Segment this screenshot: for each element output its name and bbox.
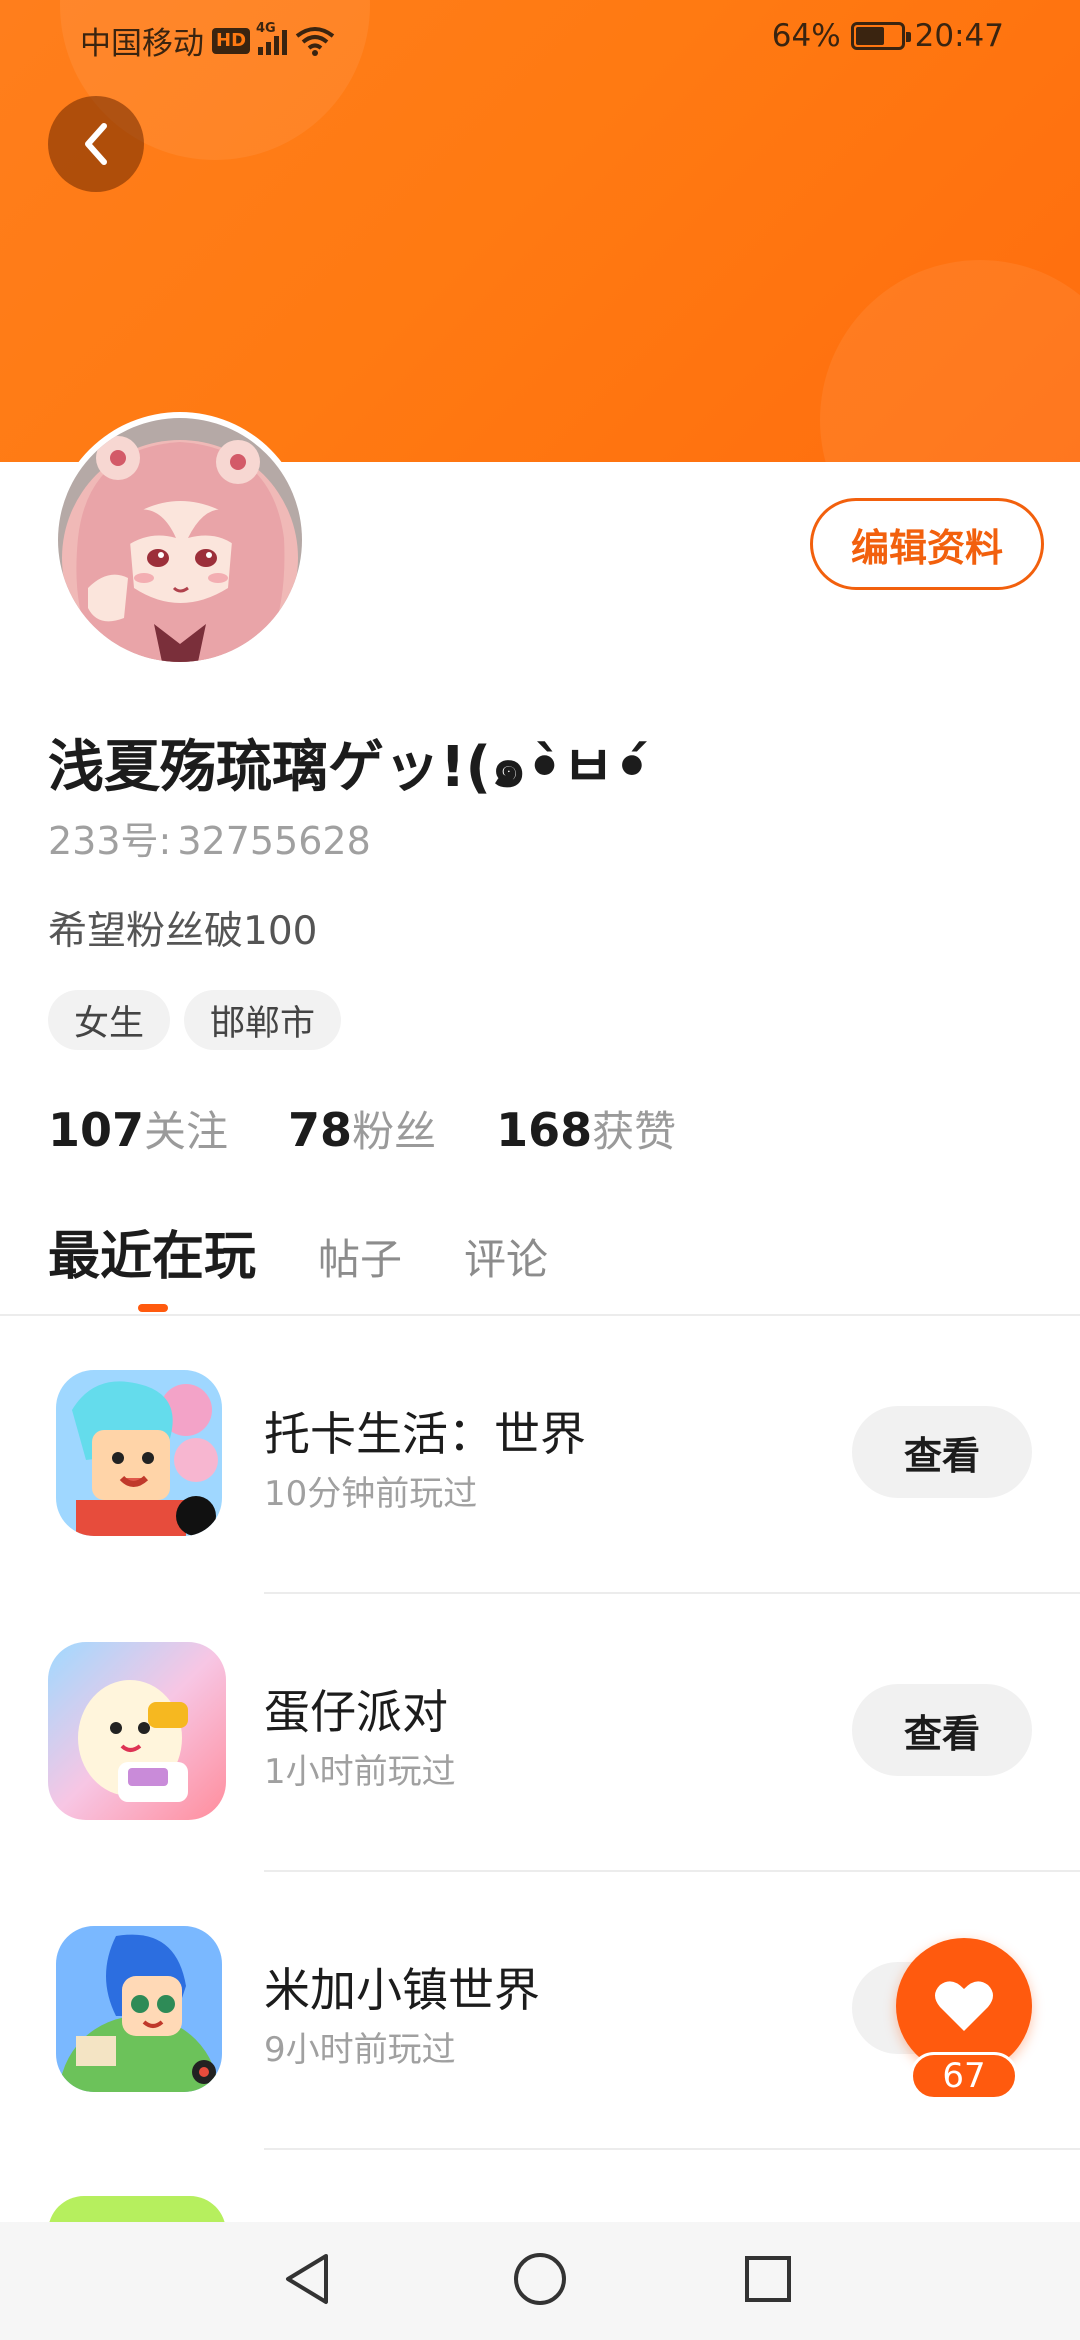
tag-gender: 女生 <box>48 990 171 1050</box>
status-bar: 中国移动 HD 4G 64% 20:47 <box>0 0 1080 74</box>
list-item[interactable]: 蛋仔派对 1小时前玩过 查看 <box>0 1594 1080 1872</box>
circle-home-icon <box>514 2253 566 2305</box>
stat-label: 粉丝 <box>352 1107 437 1156</box>
tag-list: 女生 邯郸市 <box>48 990 342 1050</box>
wifi-icon <box>295 26 335 56</box>
stat-value: 168 <box>496 1103 593 1157</box>
miga-town-icon <box>56 1926 222 2092</box>
profile-banner: 中国移动 HD 4G 64% 20:47 <box>0 0 1080 462</box>
network-type: 4G <box>256 20 276 36</box>
stats-row: 107关注 78粉丝 168获赞 <box>48 1098 676 1159</box>
battery-percent: 64% <box>771 18 841 54</box>
stat-value: 107 <box>48 1103 145 1157</box>
divider <box>264 2148 1080 2150</box>
view-button[interactable]: 查看 <box>852 1406 1032 1498</box>
status-left: 中国移动 HD 4G <box>80 18 335 63</box>
battery-level <box>855 27 884 45</box>
game-name: 蛋仔派对 <box>264 1685 448 1739</box>
stat-following[interactable]: 107关注 <box>48 1098 228 1159</box>
square-recent-icon <box>745 2256 791 2302</box>
toca-life-icon <box>56 1370 222 1536</box>
game-name: 托卡生活：世界 <box>264 1407 586 1461</box>
nav-back-button[interactable] <box>272 2244 342 2314</box>
avatar-illustration <box>58 418 302 662</box>
heart-icon <box>935 1981 993 2031</box>
game-last-played: 10分钟前玩过 <box>264 1474 478 1514</box>
like-count-badge: 67 <box>910 2052 1018 2100</box>
uid-label: 233号: <box>48 819 172 863</box>
system-nav-bar <box>0 2222 1080 2340</box>
stat-value: 78 <box>288 1103 353 1157</box>
bio: 希望粉丝破100 <box>48 909 318 954</box>
game-last-played: 9小时前玩过 <box>264 2030 456 2070</box>
game-last-played: 1小时前玩过 <box>264 1752 456 1792</box>
signal-icon: 4G <box>256 21 288 55</box>
clock: 20:47 <box>914 18 1004 54</box>
stat-label: 获赞 <box>592 1107 677 1156</box>
tab-posts[interactable]: 帖子 <box>318 1226 402 1287</box>
chevron-left-icon <box>85 123 107 165</box>
tab-bar: 最近在玩 帖子 评论 <box>48 1214 548 1289</box>
eggy-party-icon <box>48 1642 226 1820</box>
triangle-back-icon <box>286 2254 328 2304</box>
banner-decoration <box>820 260 1080 462</box>
tag-city: 邯郸市 <box>184 990 342 1050</box>
hd-badge: HD <box>212 27 251 54</box>
uid-value: 32755628 <box>177 819 371 863</box>
tab-comments[interactable]: 评论 <box>464 1226 548 1287</box>
stat-label: 关注 <box>144 1107 229 1156</box>
battery-icon <box>850 22 911 50</box>
nav-recent-button[interactable] <box>733 2244 803 2314</box>
tab-recent-play[interactable]: 最近在玩 <box>48 1214 256 1289</box>
tab-indicator <box>138 1304 168 1312</box>
app-root: 中国移动 HD 4G 64% 20:47 编辑资料 浅夏殇琉璃ゲッ!(๑•̀ㅂ•… <box>0 0 1080 2340</box>
list-item[interactable]: 托卡生活：世界 10分钟前玩过 查看 <box>0 1316 1080 1594</box>
stat-likes[interactable]: 168获赞 <box>496 1098 676 1159</box>
carrier-name: 中国移动 <box>80 26 204 62</box>
edit-profile-button[interactable]: 编辑资料 <box>810 498 1044 590</box>
status-right: 64% 20:47 <box>772 18 1004 54</box>
uid-row: 233号: 32755628 <box>48 810 371 865</box>
stat-followers[interactable]: 78粉丝 <box>288 1098 436 1159</box>
back-button[interactable] <box>48 96 144 192</box>
game-name: 米加小镇世界 <box>264 1963 540 2017</box>
nickname: 浅夏殇琉璃ゲッ!(๑•̀ㅂ•́ <box>48 735 650 800</box>
view-button[interactable]: 查看 <box>852 1684 1032 1776</box>
avatar-image <box>58 418 302 662</box>
nav-home-button[interactable] <box>505 2244 575 2314</box>
avatar[interactable] <box>52 412 308 668</box>
